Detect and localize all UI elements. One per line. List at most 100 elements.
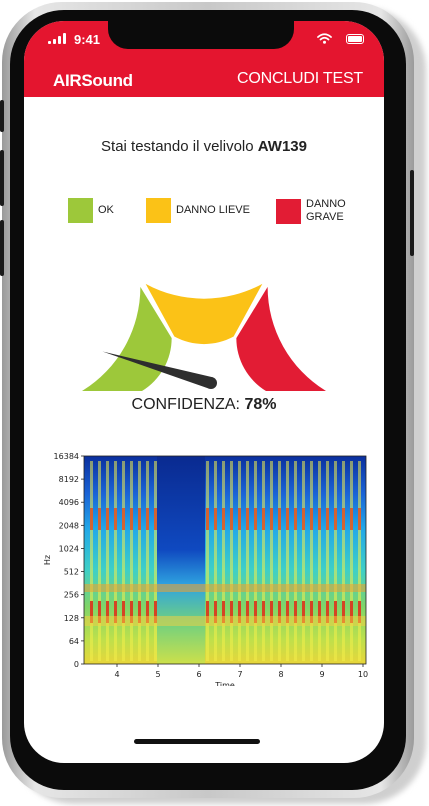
spectrogram-hotspot xyxy=(310,508,313,530)
spectrogram-band xyxy=(84,616,366,626)
confidence-readout: CONFIDENZA: 78% xyxy=(24,396,384,414)
y-tick-label: 1024 xyxy=(59,544,79,553)
confidence-label: CONFIDENZA: xyxy=(131,396,240,413)
test-aircraft-line: Stai testando il velivolo AW139 xyxy=(24,138,384,155)
x-tick-label: 9 xyxy=(319,670,324,679)
spectrogram-hotspot xyxy=(138,508,141,530)
y-tick-label: 128 xyxy=(64,614,79,623)
y-tick-label: 0 xyxy=(74,660,79,669)
spectrogram-hotspot xyxy=(318,508,321,530)
spectrogram-hotspot xyxy=(334,508,337,530)
spectrogram-stripe xyxy=(238,461,241,661)
side-button-volume-down xyxy=(0,220,4,276)
conclude-test-button[interactable]: CONCLUDI TEST xyxy=(237,70,363,88)
spectrogram-hotspot xyxy=(294,508,297,530)
x-tick-label: 5 xyxy=(155,670,160,679)
spectrogram-hotspot xyxy=(342,508,345,530)
spectrogram-stripe xyxy=(302,461,305,661)
spectrogram-stripe xyxy=(230,461,233,661)
spectrogram-stripe xyxy=(342,461,345,661)
x-axis-label: Time xyxy=(214,681,235,686)
spectrogram-stripe xyxy=(254,461,257,661)
spectrogram-stripe xyxy=(122,461,125,661)
spectrogram-hotspot xyxy=(326,508,329,530)
spectrogram-hotspot xyxy=(98,508,101,530)
legend-item-severe-damage: DANNO GRAVE xyxy=(276,198,350,224)
spectrogram-hotspot xyxy=(278,508,281,530)
legend-swatch-light-damage xyxy=(146,198,171,223)
x-tick-label: 7 xyxy=(237,670,242,679)
test-prefix: Stai testando il velivolo xyxy=(101,138,254,155)
spectrogram-stripe xyxy=(114,461,117,661)
spectrogram-stripe xyxy=(326,461,329,661)
spectrogram-stripe xyxy=(358,461,361,661)
spectrogram-stripe xyxy=(294,461,297,661)
spectrogram-stripe xyxy=(350,461,353,661)
spectrogram-stripe xyxy=(310,461,313,661)
spectrogram-stripe xyxy=(318,461,321,661)
spectrogram-stripe xyxy=(138,461,141,661)
spectrogram-stripe xyxy=(222,461,225,661)
spectrogram-stripe xyxy=(262,461,265,661)
spectrogram-stripe xyxy=(206,461,209,661)
signal-icon xyxy=(48,33,66,44)
spectrogram-hotspot xyxy=(358,508,361,530)
spectrogram-hotspot xyxy=(270,508,273,530)
legend-label-severe-damage: DANNO GRAVE xyxy=(306,198,346,223)
spectrogram-stripe xyxy=(146,461,149,661)
spectrogram-stripe xyxy=(106,461,109,661)
y-axis-label: Hz xyxy=(43,555,52,565)
x-tick-label: 4 xyxy=(114,670,119,679)
spectrogram-hotspot xyxy=(214,508,217,530)
spectrogram-hotspot xyxy=(254,508,257,530)
status-time: 9:41 xyxy=(74,32,101,47)
y-tick-label: 2048 xyxy=(59,521,79,530)
spectrogram-hotspot xyxy=(90,508,93,530)
spectrogram-hotspot xyxy=(122,508,125,530)
spectrogram-hotspot xyxy=(222,508,225,530)
confidence-value: 78% xyxy=(244,396,277,413)
spectrogram-hotspot xyxy=(206,508,209,530)
gauge-needle-hub xyxy=(205,377,217,389)
spectrogram-stripe xyxy=(98,461,101,661)
y-tick-label: 4096 xyxy=(59,498,79,507)
spectrogram-stripe xyxy=(334,461,337,661)
x-tick-label: 6 xyxy=(196,670,201,679)
legend-item-light-damage: DANNO LIEVE xyxy=(146,198,250,223)
y-tick-label: 16384 xyxy=(54,452,79,461)
spectrogram-hotspot xyxy=(246,508,249,530)
legend-label-ok: OK xyxy=(98,204,114,216)
spectrogram-hotspot xyxy=(350,508,353,530)
spectrogram-stripe xyxy=(278,461,281,661)
legend-swatch-ok xyxy=(68,198,93,223)
app-title: AIRSound xyxy=(53,71,133,90)
spectrogram-hotspot xyxy=(154,508,157,530)
y-tick-label: 256 xyxy=(64,591,79,600)
x-tick-label: 10 xyxy=(358,670,368,679)
spectrogram-hotspot xyxy=(106,508,109,530)
spectrogram-band xyxy=(84,584,366,592)
spectrogram-stripe xyxy=(246,461,249,661)
spectrogram-hotspot xyxy=(130,508,133,530)
spectrogram-stripe xyxy=(214,461,217,661)
spectrogram: 16384 8192 4096 2048 1024 512 256 128 64 0 4 5 6 7 8 9 1… xyxy=(43,452,368,686)
spectrogram-stripe xyxy=(154,461,157,661)
spectrogram-stripe xyxy=(270,461,273,661)
spectrogram-stripe xyxy=(90,461,93,661)
spectrogram-hotspot xyxy=(114,508,117,530)
home-indicator xyxy=(134,739,260,744)
spectrogram-hotspot xyxy=(302,508,305,530)
status-right xyxy=(317,33,364,44)
battery-icon xyxy=(346,33,364,44)
phone-screen: 9:41 AIRSound CONCLUDI TEST Stai testand… xyxy=(24,21,384,763)
spectrogram-hotspot xyxy=(238,508,241,530)
wifi-icon xyxy=(317,33,332,44)
side-button-volume-up xyxy=(0,150,4,206)
y-tick-label: 8192 xyxy=(59,475,79,484)
app-header: 9:41 AIRSound CONCLUDI TEST xyxy=(24,21,384,97)
side-button-mute xyxy=(0,100,4,132)
spectrogram-hotspot xyxy=(286,508,289,530)
spectrogram-hotspot xyxy=(262,508,265,530)
y-tick-label: 64 xyxy=(69,637,79,646)
spectrogram-stripe xyxy=(286,461,289,661)
